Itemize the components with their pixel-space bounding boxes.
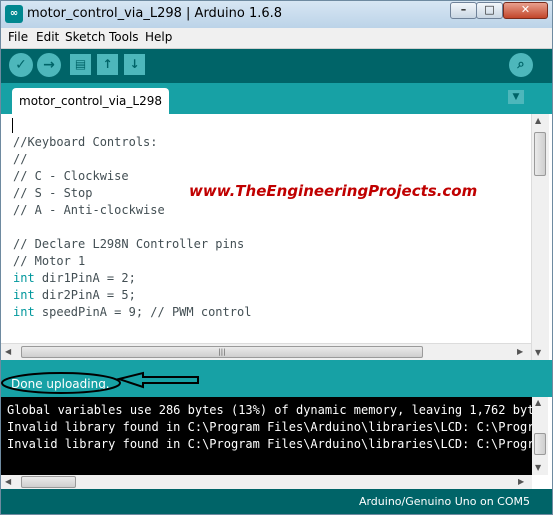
serial-monitor-icon[interactable]: ⌕ [509,53,533,77]
text-cursor [12,118,13,133]
scroll-down-arrow-icon[interactable]: ▼ [535,348,541,357]
scroll-up-arrow-icon[interactable]: ▲ [535,116,541,125]
scroll-right-arrow-icon[interactable]: ▶ [517,347,523,356]
close-button[interactable]: ✕ [503,2,548,19]
arduino-logo-icon: ∞ [5,5,23,23]
scroll-thumb[interactable] [534,433,546,455]
window-title: motor_control_via_L298 | Arduino 1.6.8 [27,6,283,21]
console-line: Global variables use 286 bytes (13%) of … [7,403,532,417]
menu-file[interactable]: File [8,30,28,44]
annotation-ellipse [1,372,121,394]
code-line: int dir2PinA = 5; [13,287,136,304]
code-line: //Keyboard Controls: [13,135,158,149]
annotation-arrow-icon [115,371,199,389]
menu-help[interactable]: Help [145,30,172,44]
code-line: int dir1PinA = 2; [13,270,136,287]
scroll-left-arrow-icon[interactable]: ◀ [5,477,11,486]
code-line: // C - Clockwise [13,169,129,183]
board-port-label: Arduino/Genuino Uno on COM5 [358,495,530,508]
scroll-thumb[interactable] [21,476,76,488]
verify-icon[interactable]: ✓ [9,53,33,77]
console-vertical-scrollbar[interactable]: ▲ ▼ [532,397,548,475]
scroll-up-arrow-icon[interactable]: ▲ [535,398,541,407]
menu-tools[interactable]: Tools [109,30,139,44]
scroll-right-arrow-icon[interactable]: ▶ [518,477,524,486]
code-editor[interactable]: //Keyboard Controls: // // C - Clockwise… [1,114,531,343]
title-bar[interactable]: ∞ motor_control_via_L298 | Arduino 1.6.8… [1,1,552,28]
code-line: // Motor 1 [13,254,86,268]
footer-bar: Arduino/Genuino Uno on COM5 [1,489,552,514]
annotation-highlight [1,371,199,394]
watermark: www.TheEngineeringProjects.com [189,182,478,200]
scroll-thumb[interactable] [534,132,546,176]
code-line: int speedPinA = 9; // PWM control [13,304,251,321]
console-line: Invalid library found in C:\Program File… [7,420,532,434]
minimize-button[interactable]: – [450,2,477,19]
code-line: // S - Stop [13,186,93,200]
toolbar: ✓ → ▤ ↑ ↓ ⌕ [1,49,552,83]
code-line: // A - Anti-clockwise [13,203,165,217]
editor-vertical-scrollbar[interactable]: ▲ ▼ [531,114,549,360]
tab-menu-chevron-down-icon[interactable]: ▼ [508,90,524,104]
code-text: speedPinA = 9; // PWM control [34,305,252,319]
open-sketch-icon[interactable]: ↑ [97,54,118,75]
console-horizontal-scrollbar[interactable]: ◀ ▶ [1,475,532,489]
save-sketch-icon[interactable]: ↓ [124,54,145,75]
menu-bar: File Edit Sketch Tools Help [1,28,552,49]
scroll-thumb[interactable]: ||| [21,346,423,358]
menu-sketch[interactable]: Sketch [65,30,105,44]
code-line: // Declare L298N Controller pins [13,237,245,251]
output-console: Global variables use 286 bytes (13%) of … [1,397,532,475]
scroll-left-arrow-icon[interactable]: ◀ [5,347,11,356]
maximize-button[interactable]: □ [476,2,503,19]
editor-horizontal-scrollbar[interactable]: ◀ ||| ▶ [1,343,531,361]
keyword: int [13,271,35,285]
menu-edit[interactable]: Edit [36,30,59,44]
console-line: Invalid library found in C:\Program File… [7,437,532,451]
code-text: dir2PinA = 5; [34,288,136,302]
code-line: // [13,152,28,166]
arduino-ide-window: ∞ motor_control_via_L298 | Arduino 1.6.8… [0,0,553,515]
scroll-down-arrow-icon[interactable]: ▼ [535,463,541,472]
tab-bar: motor_control_via_L298 ▼ [1,83,552,114]
code-text: dir1PinA = 2; [34,271,136,285]
upload-icon[interactable]: → [37,53,61,77]
keyword: int [13,288,35,302]
keyword: int [13,305,35,319]
new-sketch-icon[interactable]: ▤ [70,54,91,75]
tab-motor-control-via-l298[interactable]: motor_control_via_L298 [12,88,169,114]
